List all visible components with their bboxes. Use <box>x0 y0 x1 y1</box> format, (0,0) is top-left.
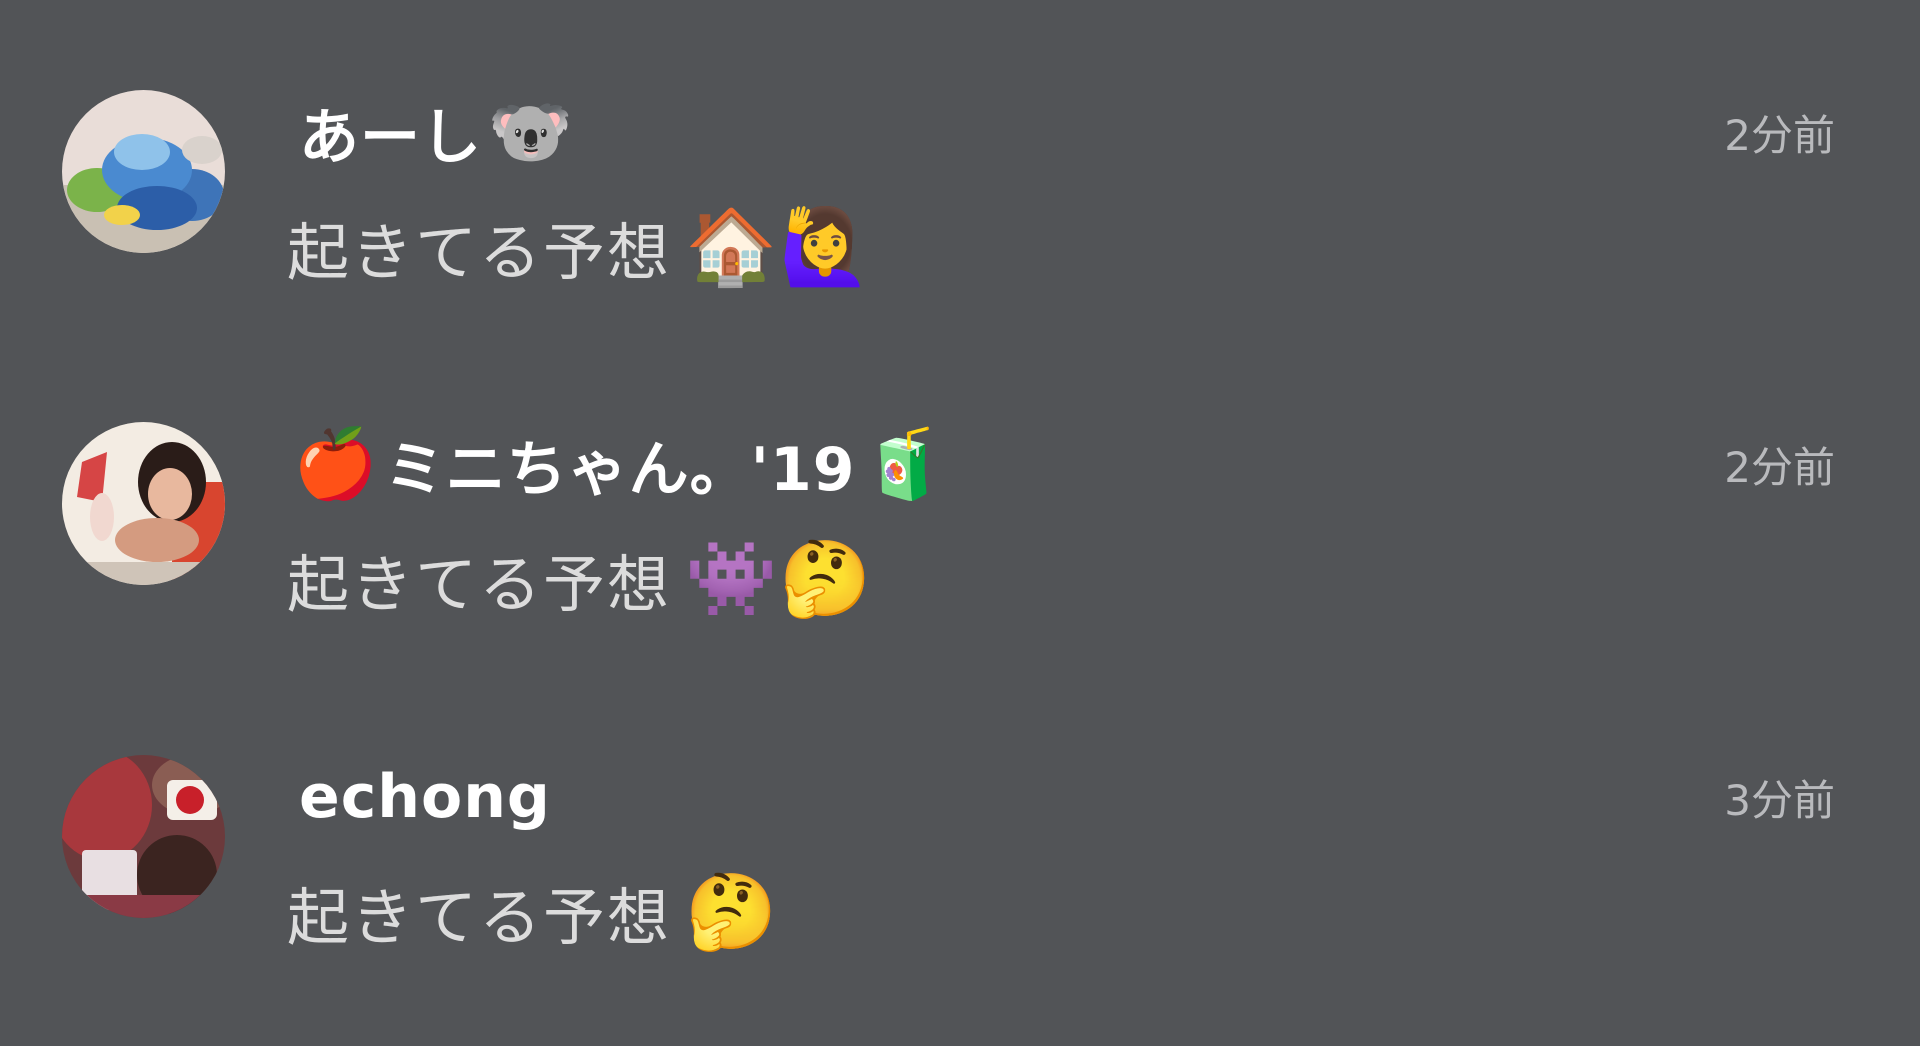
comment-item[interactable]: 🍎 ミニちゃん。'19 🧃 起きてる予想 👾🤔 2分前 <box>0 420 1920 720</box>
username[interactable]: echong <box>287 757 563 837</box>
message-text: 起きてる予想 <box>287 216 672 289</box>
avatar-image <box>62 422 225 585</box>
message-emoji-house-raising-hand-icon: 🏠🙋‍♀️ <box>685 203 874 290</box>
avatar-image <box>62 755 225 918</box>
apple-emoji-icon: 🍎 <box>293 425 379 504</box>
username-text: ミニちゃん。'19 <box>384 434 856 505</box>
avatar[interactable] <box>62 755 225 918</box>
username-text: あーし <box>299 102 482 173</box>
koala-emoji-icon: 🐨 <box>488 93 574 172</box>
message-text: 起きてる予想 <box>287 548 672 621</box>
thinking-face-emoji-icon: 🤔 <box>685 868 780 955</box>
timestamp: 2分前 <box>1724 111 1835 160</box>
message-text: 起きてる予想 <box>287 881 672 954</box>
juice-box-emoji-icon: 🧃 <box>861 425 948 504</box>
comment-item[interactable]: あーし 🐨 起きてる予想 🏠🙋‍♀️ 2分前 <box>0 88 1920 388</box>
comment-list: あーし 🐨 起きてる予想 🏠🙋‍♀️ 2分前 <box>0 0 1920 1046</box>
avatar[interactable] <box>62 90 225 253</box>
username[interactable]: あーし 🐨 <box>287 92 580 173</box>
message: 起きてる予想 🤔 <box>287 867 779 957</box>
screen: あーし 🐨 起きてる予想 🏠🙋‍♀️ 2分前 <box>0 0 1920 1046</box>
timestamp: 2分前 <box>1724 443 1835 492</box>
message: 起きてる予想 👾🤔 <box>287 534 873 624</box>
username[interactable]: 🍎 ミニちゃん。'19 🧃 <box>287 424 953 505</box>
avatar-image <box>62 90 225 253</box>
timestamp: 3分前 <box>1724 776 1835 825</box>
message: 起きてる予想 🏠🙋‍♀️ <box>287 202 873 292</box>
avatar[interactable] <box>62 422 225 585</box>
comment-item[interactable]: echong 起きてる予想 🤔 3分前 <box>0 753 1920 1046</box>
message-emoji-alien-thinking-icon: 👾🤔 <box>685 535 874 622</box>
username-text: echong <box>299 762 551 832</box>
